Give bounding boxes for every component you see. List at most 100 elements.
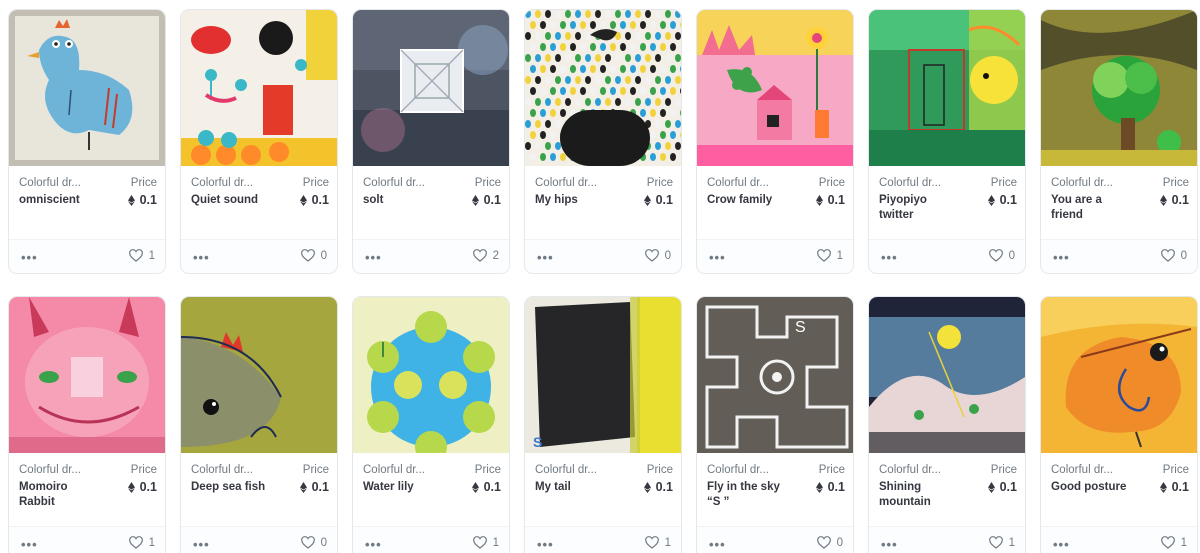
card-meta: Colorful dr... Water lily Price 0.1: [363, 464, 501, 524]
price-amount: 0.1: [139, 193, 157, 207]
item-name[interactable]: solt: [363, 193, 447, 208]
collection-name[interactable]: Colorful dr...: [1051, 464, 1113, 476]
nft-card[interactable]: Colorful dr... Crow family Price 0.1 •••…: [696, 9, 854, 274]
favorite-button[interactable]: 0: [644, 249, 671, 262]
price-value: 0.1: [127, 193, 157, 207]
more-options-icon[interactable]: •••: [709, 250, 726, 265]
nft-card[interactable]: S Colorful dr... My tail Price 0.1 ••• 1: [524, 296, 682, 553]
favorite-button[interactable]: 1: [644, 536, 671, 549]
nft-card[interactable]: S Colorful dr... Fly in the sky “S ” Pri…: [696, 296, 854, 553]
card-meta: Colorful dr... You are a friend Price 0.…: [1051, 177, 1189, 237]
more-options-icon[interactable]: •••: [1053, 250, 1070, 265]
price-label: Price: [990, 177, 1017, 189]
nft-card[interactable]: Colorful dr... Quiet sound Price 0.1 •••…: [180, 9, 338, 274]
collection-name[interactable]: Colorful dr...: [191, 464, 253, 476]
item-name[interactable]: Crow family: [707, 193, 791, 208]
collection-name[interactable]: Colorful dr...: [535, 464, 597, 476]
more-options-icon[interactable]: •••: [537, 250, 554, 265]
artwork-thumbnail[interactable]: [525, 10, 681, 166]
favorite-count: 2: [492, 249, 499, 262]
nft-card[interactable]: Colorful dr... solt Price 0.1 ••• 2: [352, 9, 510, 274]
favorite-button[interactable]: 1: [1160, 536, 1187, 549]
ethereum-icon: [815, 194, 823, 206]
collection-name[interactable]: Colorful dr...: [879, 177, 941, 189]
artwork-thumbnail[interactable]: [1041, 297, 1197, 453]
nft-card[interactable]: Colorful dr... My hips Price 0.1 ••• 0: [524, 9, 682, 274]
favorite-button[interactable]: 0: [300, 536, 327, 549]
item-name[interactable]: Momoiro Rabbit: [19, 480, 103, 510]
price-value: 0.1: [471, 193, 501, 207]
item-name[interactable]: Quiet sound: [191, 193, 275, 208]
artwork-thumbnail[interactable]: [1041, 10, 1197, 166]
favorite-button[interactable]: 1: [128, 536, 155, 549]
item-name[interactable]: Piyopiyo twitter: [879, 193, 963, 223]
nft-card[interactable]: Colorful dr... Piyopiyo twitter Price 0.…: [868, 9, 1026, 274]
artwork-thumbnail[interactable]: [353, 10, 509, 166]
more-options-icon[interactable]: •••: [193, 537, 210, 552]
item-name[interactable]: Shining mountain: [879, 480, 963, 510]
price-value: 0.1: [299, 480, 329, 494]
item-name[interactable]: Deep sea fish: [191, 480, 275, 495]
collection-name[interactable]: Colorful dr...: [19, 464, 81, 476]
svg-text:S: S: [795, 319, 806, 336]
more-options-icon[interactable]: •••: [21, 250, 38, 265]
favorite-count: 1: [148, 249, 155, 262]
artwork-thumbnail[interactable]: [181, 297, 337, 453]
collection-name[interactable]: Colorful dr...: [19, 177, 81, 189]
item-name[interactable]: Fly in the sky “S ”: [707, 480, 791, 510]
item-name[interactable]: My tail: [535, 480, 619, 495]
favorite-button[interactable]: 0: [1160, 249, 1187, 262]
collection-name[interactable]: Colorful dr...: [879, 464, 941, 476]
artwork-thumbnail[interactable]: [697, 10, 853, 166]
favorite-button[interactable]: 1: [816, 249, 843, 262]
artwork-thumbnail[interactable]: S: [525, 297, 681, 453]
favorite-button[interactable]: 1: [128, 249, 155, 262]
more-options-icon[interactable]: •••: [881, 537, 898, 552]
collection-name[interactable]: Colorful dr...: [191, 177, 253, 189]
ethereum-icon: [643, 481, 651, 493]
favorite-button[interactable]: 1: [472, 536, 499, 549]
collection-name[interactable]: Colorful dr...: [707, 464, 769, 476]
artwork-thumbnail[interactable]: [9, 10, 165, 166]
item-name[interactable]: Good posture: [1051, 480, 1135, 495]
artwork-image: [869, 10, 1025, 166]
artwork-thumbnail[interactable]: [9, 297, 165, 453]
artwork-thumbnail[interactable]: [353, 297, 509, 453]
nft-card[interactable]: Colorful dr... Good posture Price 0.1 ••…: [1040, 296, 1198, 553]
favorite-button[interactable]: 1: [988, 536, 1015, 549]
artwork-thumbnail[interactable]: [869, 297, 1025, 453]
collection-name[interactable]: Colorful dr...: [363, 464, 425, 476]
collection-name[interactable]: Colorful dr...: [1051, 177, 1113, 189]
favorite-button[interactable]: 0: [300, 249, 327, 262]
more-options-icon[interactable]: •••: [1053, 537, 1070, 552]
nft-card[interactable]: Colorful dr... Water lily Price 0.1 ••• …: [352, 296, 510, 553]
artwork-thumbnail[interactable]: [181, 10, 337, 166]
more-options-icon[interactable]: •••: [21, 537, 38, 552]
more-options-icon[interactable]: •••: [365, 250, 382, 265]
item-name[interactable]: Water lily: [363, 480, 447, 495]
favorite-button[interactable]: 0: [816, 536, 843, 549]
more-options-icon[interactable]: •••: [537, 537, 554, 552]
nft-card[interactable]: Colorful dr... You are a friend Price 0.…: [1040, 9, 1198, 274]
artwork-thumbnail[interactable]: S: [697, 297, 853, 453]
artwork-image: [353, 10, 509, 166]
artwork-thumbnail[interactable]: [869, 10, 1025, 166]
favorite-count: 0: [1180, 249, 1187, 262]
item-name[interactable]: You are a friend: [1051, 193, 1135, 223]
nft-card[interactable]: Colorful dr... Momoiro Rabbit Price 0.1 …: [8, 296, 166, 553]
favorite-button[interactable]: 0: [988, 249, 1015, 262]
card-meta: Colorful dr... solt Price 0.1: [363, 177, 501, 237]
collection-name[interactable]: Colorful dr...: [535, 177, 597, 189]
collection-name[interactable]: Colorful dr...: [707, 177, 769, 189]
nft-card[interactable]: Colorful dr... omniscient Price 0.1 ••• …: [8, 9, 166, 274]
more-options-icon[interactable]: •••: [365, 537, 382, 552]
nft-card[interactable]: Colorful dr... Deep sea fish Price 0.1 •…: [180, 296, 338, 553]
item-name[interactable]: omniscient: [19, 193, 103, 208]
nft-card[interactable]: Colorful dr... Shining mountain Price 0.…: [868, 296, 1026, 553]
collection-name[interactable]: Colorful dr...: [363, 177, 425, 189]
favorite-button[interactable]: 2: [472, 249, 499, 262]
more-options-icon[interactable]: •••: [881, 250, 898, 265]
item-name[interactable]: My hips: [535, 193, 619, 208]
more-options-icon[interactable]: •••: [709, 537, 726, 552]
more-options-icon[interactable]: •••: [193, 250, 210, 265]
